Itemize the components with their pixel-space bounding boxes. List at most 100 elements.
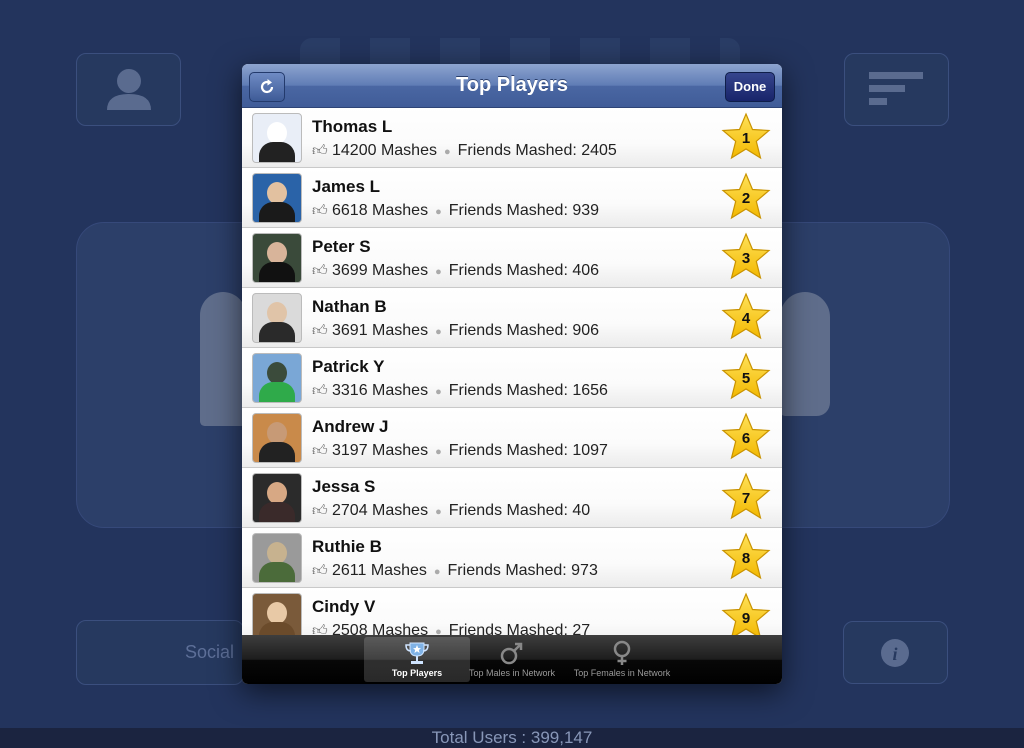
separator-dot: ● (435, 506, 442, 518)
female-silhouette (780, 292, 830, 416)
thumbs-up-icon: 👍︎ (312, 382, 328, 399)
rank-star-icon: 7 (720, 472, 772, 522)
player-avatar (252, 473, 302, 523)
player-row[interactable]: Cindy V 👍︎ 2508 Mashes ● Friends Mashed: 27 9 (242, 588, 782, 635)
male-symbol-icon (500, 642, 523, 665)
info-button: i (843, 621, 948, 684)
player-avatar (252, 413, 302, 463)
mashes-count: 3316 Mashes (332, 382, 429, 399)
rank-star-icon: 5 (720, 352, 772, 402)
rank-star-icon: 9 (720, 592, 772, 635)
friends-mashed: Friends Mashed: 27 (448, 622, 591, 635)
player-stats: 👍︎ 2704 Mashes ● Friends Mashed: 40 (312, 502, 590, 520)
done-button[interactable]: Done (725, 72, 775, 102)
separator-dot: ● (435, 386, 442, 398)
player-avatar (252, 593, 302, 635)
separator-dot: ● (433, 566, 441, 578)
thumbs-up-icon: 👍︎ (312, 142, 328, 159)
player-stats: 👍︎ 2611 Mashes ● Friends Mashed: 973 (312, 562, 598, 580)
rank-number: 4 (741, 310, 751, 327)
mashes-count: 6618 Mashes (332, 202, 429, 219)
friends-mashed: Friends Mashed: 973 (447, 562, 598, 579)
sort-button (844, 53, 949, 126)
friends-mashed: Friends Mashed: 406 (448, 262, 600, 279)
mashes-count: 2611 Mashes (332, 562, 427, 579)
player-name: Thomas L (312, 117, 393, 136)
trophy-icon (405, 642, 429, 664)
players-list[interactable]: Thomas L 👍︎ 14200 Mashes ● Friends Mashed: 2… (242, 108, 782, 635)
mashes-count: 3699 Mashes (332, 262, 429, 279)
separator-dot: ● (435, 326, 442, 338)
player-row[interactable]: Patrick Y 👍︎ 3316 Mashes ● Friends Mashed: 1… (242, 348, 782, 408)
modal-navbar: Top Players Done (242, 64, 782, 108)
friends-mashed: Friends Mashed: 906 (448, 322, 600, 339)
friends-mashed: Friends Mashed: 1097 (448, 442, 608, 459)
rank-number: 2 (741, 190, 751, 207)
friends-mashed: Friends Mashed: 40 (448, 502, 591, 519)
player-row[interactable]: Andrew J 👍︎ 3197 Mashes ● Friends Mashed: 10… (242, 408, 782, 468)
player-row[interactable]: James L 👍︎ 6618 Mashes ● Friends Mashed: 939… (242, 168, 782, 228)
thumbs-up-icon: 👍︎ (312, 622, 328, 635)
rank-number: 3 (741, 250, 751, 267)
friends-mashed: Friends Mashed: 1656 (448, 382, 608, 399)
tab-label: Top Females in Network (573, 668, 671, 678)
male-silhouette (200, 292, 246, 426)
rank-number: 5 (741, 370, 751, 387)
separator-dot: ● (435, 266, 442, 278)
player-row[interactable]: Ruthie B 👍︎ 2611 Mashes ● Friends Mashed: 97… (242, 528, 782, 588)
player-stats: 👍︎ 14200 Mashes ● Friends Mashed: 2405 (312, 142, 617, 160)
tab-top-males[interactable]: Top Males in Network (458, 637, 566, 682)
svg-text:i: i (892, 644, 897, 664)
thumbs-up-icon: 👍︎ (312, 442, 328, 459)
tab-bar: Top Players Top Males in Network Top Fem… (242, 635, 782, 684)
rank-number: 8 (741, 550, 751, 567)
thumbs-up-icon: 👍︎ (312, 322, 328, 339)
player-row[interactable]: Nathan B 👍︎ 3691 Mashes ● Friends Mashed: 90… (242, 288, 782, 348)
separator-dot: ● (443, 146, 451, 158)
thumbs-up-icon: 👍︎ (312, 262, 328, 279)
mashes-count: 3691 Mashes (332, 322, 429, 339)
rank-star-icon: 6 (720, 412, 772, 462)
player-name: James L (312, 177, 381, 196)
tab-label: Top Males in Network (468, 668, 556, 678)
separator-dot: ● (435, 446, 442, 458)
mashes-count: 14200 Mashes (332, 142, 437, 159)
tab-label: Top Players (391, 668, 443, 678)
player-avatar (252, 533, 302, 583)
tab-top-players[interactable]: Top Players (364, 637, 470, 682)
sort-icon (869, 72, 923, 105)
rank-number: 7 (741, 490, 751, 507)
mashes-count: 3197 Mashes (332, 442, 429, 459)
player-row[interactable]: Thomas L 👍︎ 14200 Mashes ● Friends Mashed: 2… (242, 108, 782, 168)
separator-dot: ● (435, 626, 442, 635)
player-stats: 👍︎ 6618 Mashes ● Friends Mashed: 939 (312, 202, 599, 220)
player-row[interactable]: Peter S 👍︎ 3699 Mashes ● Friends Mashed: 406… (242, 228, 782, 288)
player-stats: 👍︎ 3197 Mashes ● Friends Mashed: 1097 (312, 442, 608, 460)
friends-mashed: Friends Mashed: 939 (448, 202, 600, 219)
player-avatar (252, 353, 302, 403)
player-name: Nathan B (312, 297, 387, 316)
separator-dot: ● (435, 206, 442, 218)
mashes-count: 2704 Mashes (332, 502, 429, 519)
player-name: Peter S (312, 237, 371, 256)
rank-star-icon: 4 (720, 292, 772, 342)
rank-star-icon: 8 (720, 532, 772, 582)
player-row[interactable]: Jessa S 👍︎ 2704 Mashes ● Friends Mashed: 40 7 (242, 468, 782, 528)
player-avatar (252, 113, 302, 163)
info-icon: i (881, 639, 909, 667)
player-stats: 👍︎ 3691 Mashes ● Friends Mashed: 906 (312, 322, 599, 340)
rank-number: 6 (741, 430, 751, 447)
rank-star-icon: 3 (720, 232, 772, 282)
thumbs-up-icon: 👍︎ (312, 562, 328, 579)
mashes-count: 2508 Mashes (332, 622, 429, 635)
profile-button (76, 53, 181, 126)
rank-star-icon: 1 (720, 112, 772, 162)
player-name: Cindy V (312, 597, 376, 616)
player-name: Patrick Y (312, 357, 385, 376)
player-name: Ruthie B (312, 537, 382, 556)
thumbs-up-icon: 👍︎ (312, 202, 328, 219)
player-avatar (252, 233, 302, 283)
tab-top-females[interactable]: Top Females in Network (568, 637, 676, 682)
player-stats: 👍︎ 3699 Mashes ● Friends Mashed: 406 (312, 262, 599, 280)
top-players-modal: Top Players Done Thomas L 👍︎ 14200 Mashes ●… (242, 64, 782, 684)
